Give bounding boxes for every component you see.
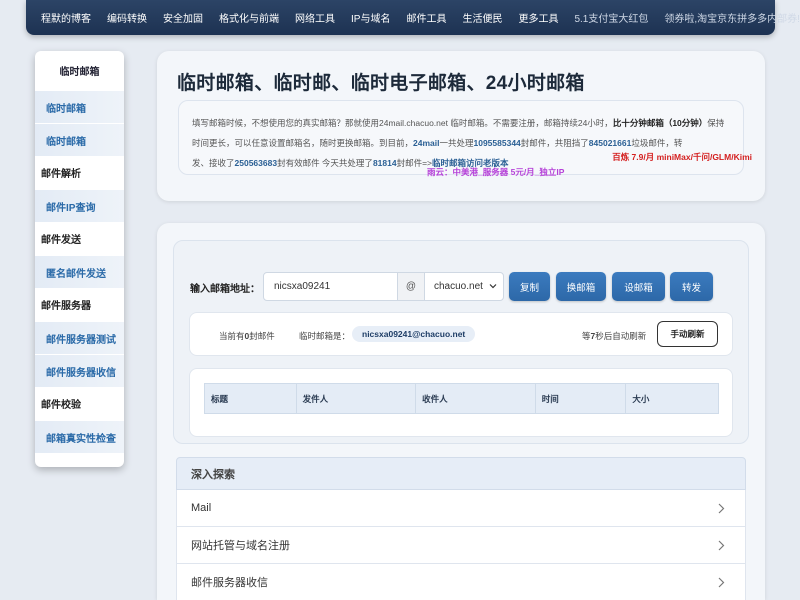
manual-refresh-button[interactable]: 手动刷新 [657, 321, 718, 347]
mail-count: 当前有0封邮件 [219, 331, 275, 341]
nav-item-more[interactable]: 更多工具 [510, 10, 566, 25]
nav-item-format[interactable]: 格式化与前端 [211, 10, 287, 25]
sidebar-item-mail-ip[interactable]: 邮件IP查询 [35, 189, 124, 222]
change-mailbox-button[interactable]: 换邮箱 [556, 272, 606, 301]
domain-select[interactable]: chacuo.net [424, 272, 504, 301]
sidebar-section-mail-verify: 邮件校验 [35, 387, 124, 420]
top-nav: 程默的博客 编码转换 安全加固 格式化与前端 网络工具 IP与域名 邮件工具 生… [26, 0, 800, 35]
intro-text: 垃圾邮件，转 [631, 138, 683, 148]
intro-text: 封有效邮件 今天共处理了 [277, 158, 373, 168]
current-address-label: 临时邮箱是： [299, 331, 351, 341]
nav-promo-coupon[interactable]: 领券啦,淘宝京东拼多多内部券! [656, 10, 800, 25]
intro-highlight: 比十分钟邮箱（10分钟） [612, 118, 708, 128]
explore-item-label: 网站托管与域名注册 [191, 540, 290, 552]
explore-heading: 深入探索 [176, 457, 746, 490]
address-input[interactable] [263, 272, 398, 301]
sidebar-item-server-test[interactable]: 邮件服务器测试 [35, 321, 124, 354]
address-label: 输入邮箱地址： [190, 284, 260, 295]
mail-table-container: 标题 发件人 收件人 时间 大小 [189, 368, 733, 437]
sidebar-title: 临时邮箱 [59, 67, 100, 78]
chevron-right-icon [718, 577, 725, 588]
domain-value: chacuo.net [434, 281, 483, 292]
status-row: 当前有0封邮件 临时邮箱是： nicsxa09241@chacuo.net 等7… [189, 312, 733, 356]
current-address: nicsxa09241@chacuo.net [352, 326, 476, 342]
column-sender: 发件人 [297, 384, 417, 413]
explore-item-label: Mail [191, 502, 212, 514]
sidebar-item-server-receive[interactable]: 邮件服务器收信 [35, 354, 124, 387]
at-sign: @ [398, 272, 424, 301]
nav-item-blog[interactable]: 程默的博客 [33, 10, 99, 25]
intro-text: 保 [707, 118, 716, 128]
intro-text: 填写邮箱时候，不想使用您的真实邮箱？那就使用24mail.chacuo.net … [192, 118, 613, 128]
intro-stat: 1095585344 [473, 138, 521, 148]
nav-promo-alipay[interactable]: 5.1支付宝大红包 [566, 10, 656, 25]
promo-ad-purple[interactable]: 雨云：中美港_服务器 5元/月_独立IP [427, 166, 564, 178]
explore-item-label: 邮件服务器收信 [191, 577, 268, 589]
intro-highlight: 24mail [413, 138, 440, 148]
intro-text: 封邮件，共阻挡了 [520, 138, 589, 148]
auto-refresh-text: 等7秒后自动刷新 [582, 331, 647, 341]
sidebar-item-anon-send[interactable]: 匿名邮件发送 [35, 255, 124, 288]
nav-item-ip-domain[interactable]: IP与域名 [343, 10, 398, 25]
explore-item-server-receive[interactable]: 邮件服务器收信 [176, 564, 746, 600]
chevron-right-icon [718, 540, 725, 551]
sidebar-item-temp-mail-2[interactable]: 临时邮箱 [35, 123, 124, 156]
promo-ad-red[interactable]: 百炼 7.9/月 miniMax/千问/GLM/Kimi [612, 151, 752, 163]
copy-button[interactable]: 复制 [509, 272, 550, 301]
sidebar-item-temp-mail[interactable]: 临时邮箱 [35, 90, 124, 123]
nav-item-life[interactable]: 生活便民 [454, 10, 510, 25]
main-card: 输入邮箱地址： @ chacuo.net 复制 换邮箱 设邮箱 转发 当前有0封… [157, 223, 765, 600]
sidebar-item-mail-check[interactable]: 邮箱真实性检查 [35, 420, 124, 453]
intro-stat: 81814 [372, 158, 397, 168]
sidebar-section-mail-server: 邮件服务器 [35, 288, 124, 321]
intro-stat: 845021661 [588, 138, 632, 148]
chevron-down-icon [489, 284, 497, 289]
nav-item-network[interactable]: 网络工具 [287, 10, 343, 25]
header-card: 临时邮箱、临时邮、临时电子邮箱、24小时邮箱 填写邮箱时候，不想使用您的真实邮箱… [157, 51, 765, 201]
nav-item-security[interactable]: 安全加固 [155, 10, 211, 25]
nav-item-mail[interactable]: 邮件工具 [398, 10, 454, 25]
intro-box: 填写邮箱时候，不想使用您的真实邮箱？那就使用24mail.chacuo.net … [178, 100, 744, 175]
page-title: 临时邮箱、临时邮、临时电子邮箱、24小时邮箱 [177, 73, 585, 94]
column-size: 大小 [632, 393, 650, 404]
intro-text: 一共处理 [439, 138, 474, 148]
intro-text: 发、接收了 [192, 158, 235, 168]
explore-item-hosting[interactable]: 网站托管与域名注册 [176, 527, 746, 564]
sidebar-section-mail-send: 邮件发送 [35, 222, 124, 255]
forward-button[interactable]: 转发 [670, 272, 713, 301]
set-mailbox-button[interactable]: 设邮箱 [612, 272, 665, 301]
intro-stat: 250563683 [234, 158, 278, 168]
column-subject: 标题 [205, 384, 297, 413]
nav-item-encoding[interactable]: 编码转换 [99, 10, 155, 25]
column-time: 时间 [536, 384, 627, 413]
explore-item-mail[interactable]: Mail [176, 490, 746, 527]
sidebar-section-mail-parse: 邮件解析 [35, 156, 124, 189]
chevron-right-icon [718, 503, 725, 514]
column-recipient: 收件人 [416, 384, 536, 413]
sidebar: 临时邮箱 临时邮箱 临时邮箱 邮件解析 邮件IP查询 邮件发送 匿名邮件发送 邮… [35, 51, 124, 467]
mail-table-header: 标题 发件人 收件人 时间 大小 [204, 383, 719, 414]
mailbox-panel: 输入邮箱地址： @ chacuo.net 复制 换邮箱 设邮箱 转发 当前有0封… [173, 240, 749, 444]
